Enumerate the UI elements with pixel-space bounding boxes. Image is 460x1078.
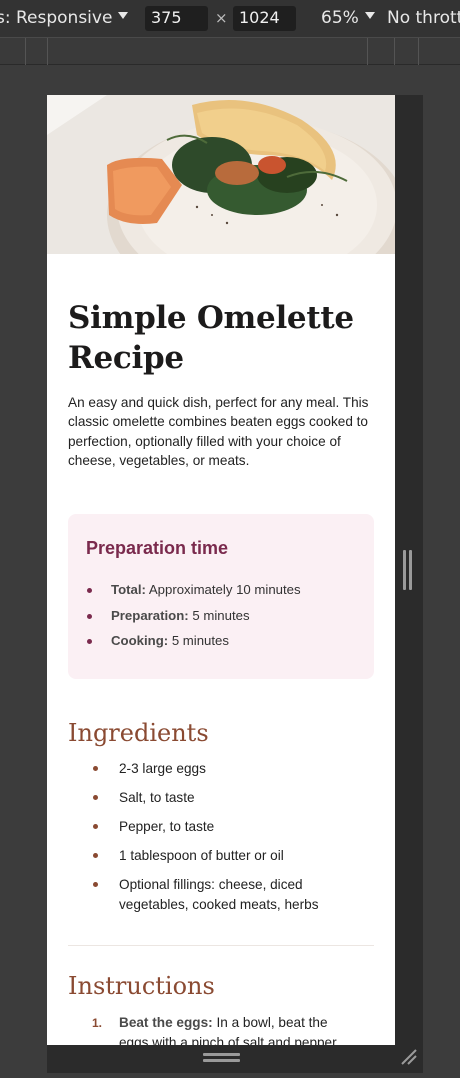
recipe-title: Simple Omelette Recipe [68,300,354,376]
bullet-icon [93,766,98,771]
grip-line [403,550,406,590]
grip-line [409,550,412,590]
preparation-list: Total: Approximately 10 minutes Preparat… [87,582,301,659]
ingredients-heading: Ingredients [68,719,209,747]
dimension-separator: × [215,9,228,27]
width-resize-handle[interactable] [403,550,413,590]
step-label: Beat the eggs: [119,1015,213,1030]
instructions-list: 1. Beat the eggs: In a bowl, beat the egg… [92,1013,359,1045]
height-resize-handle[interactable] [203,1053,240,1063]
prep-value: 5 minutes [171,633,229,648]
chevron-down-icon [118,12,129,19]
height-input[interactable]: 1024 [233,6,296,31]
list-item: Preparation: 5 minutes [87,607,301,634]
list-item: 1 tablespoon of butter or oil [93,846,369,866]
devtools-toolbar: s: Responsive 375 × 1024 65% No thrott [0,0,460,38]
section-divider [68,945,374,946]
list-item: Optional fillings: cheese, diced vegetab… [93,875,369,915]
prep-label: Preparation: [111,607,189,623]
ruler-tick [367,38,368,65]
bullet-icon [87,639,92,644]
zoom-selector[interactable]: 65% [321,8,375,28]
step-number: 1. [92,1016,103,1030]
bullet-icon [93,853,98,858]
corner-resize-icon[interactable] [400,1048,418,1066]
ruler-tick [47,38,48,65]
bullet-icon [87,613,92,619]
ingredient-text: Optional fillings: cheese, diced vegetab… [119,877,319,912]
preparation-time-box: Preparation time Total: Approximately 10… [68,514,374,679]
prep-label: Total: [111,582,146,597]
list-item: Cooking: 5 minutes [87,633,301,659]
device-label: s: Responsive [0,8,113,28]
throttling-selector[interactable]: No thrott [387,8,460,28]
zoom-label: 65% [321,8,359,28]
ruler-tick [25,38,26,65]
device-selector[interactable]: s: Responsive [0,8,129,28]
emulated-page[interactable]: Simple Omelette Recipe An easy and quick… [47,95,395,1045]
list-item: Total: Approximately 10 minutes [87,582,301,608]
ingredient-text: Pepper, to taste [119,819,215,834]
recipe-header: Simple Omelette Recipe An easy and quick… [68,298,376,470]
chevron-down-icon [364,12,375,19]
bullet-icon [93,882,98,887]
bullet-icon [93,824,98,829]
bullet-icon [93,795,98,800]
list-item: Pepper, to taste [93,817,369,837]
ruler-tick [394,38,395,65]
list-item: 2-3 large eggs [93,759,369,779]
omelette-photo [47,95,395,254]
ingredient-text: 2-3 large eggs [119,761,206,776]
ingredients-list: 2-3 large eggs Salt, to taste Pepper, to… [93,759,369,924]
list-item: 1. Beat the eggs: In a bowl, beat the egg… [92,1013,359,1045]
prep-value: 5 minutes [192,607,250,623]
grip-line [203,1059,240,1062]
media-query-ruler [0,38,460,65]
ingredient-text: Salt, to taste [119,790,195,805]
omelette-hero-image [47,95,395,254]
grip-line [203,1053,240,1056]
width-input[interactable]: 375 [145,6,208,31]
recipe-intro: An easy and quick dish, perfect for any … [68,395,369,468]
prep-value: Approximately 10 minutes [148,582,301,597]
instructions-heading: Instructions [68,972,215,1000]
preparation-heading: Preparation time [86,538,229,558]
ruler-tick [418,38,419,65]
list-item: Salt, to taste [93,788,369,808]
bullet-icon [87,588,92,593]
ingredient-text: 1 tablespoon of butter or oil [119,848,284,863]
prep-label: Cooking: [111,633,169,648]
